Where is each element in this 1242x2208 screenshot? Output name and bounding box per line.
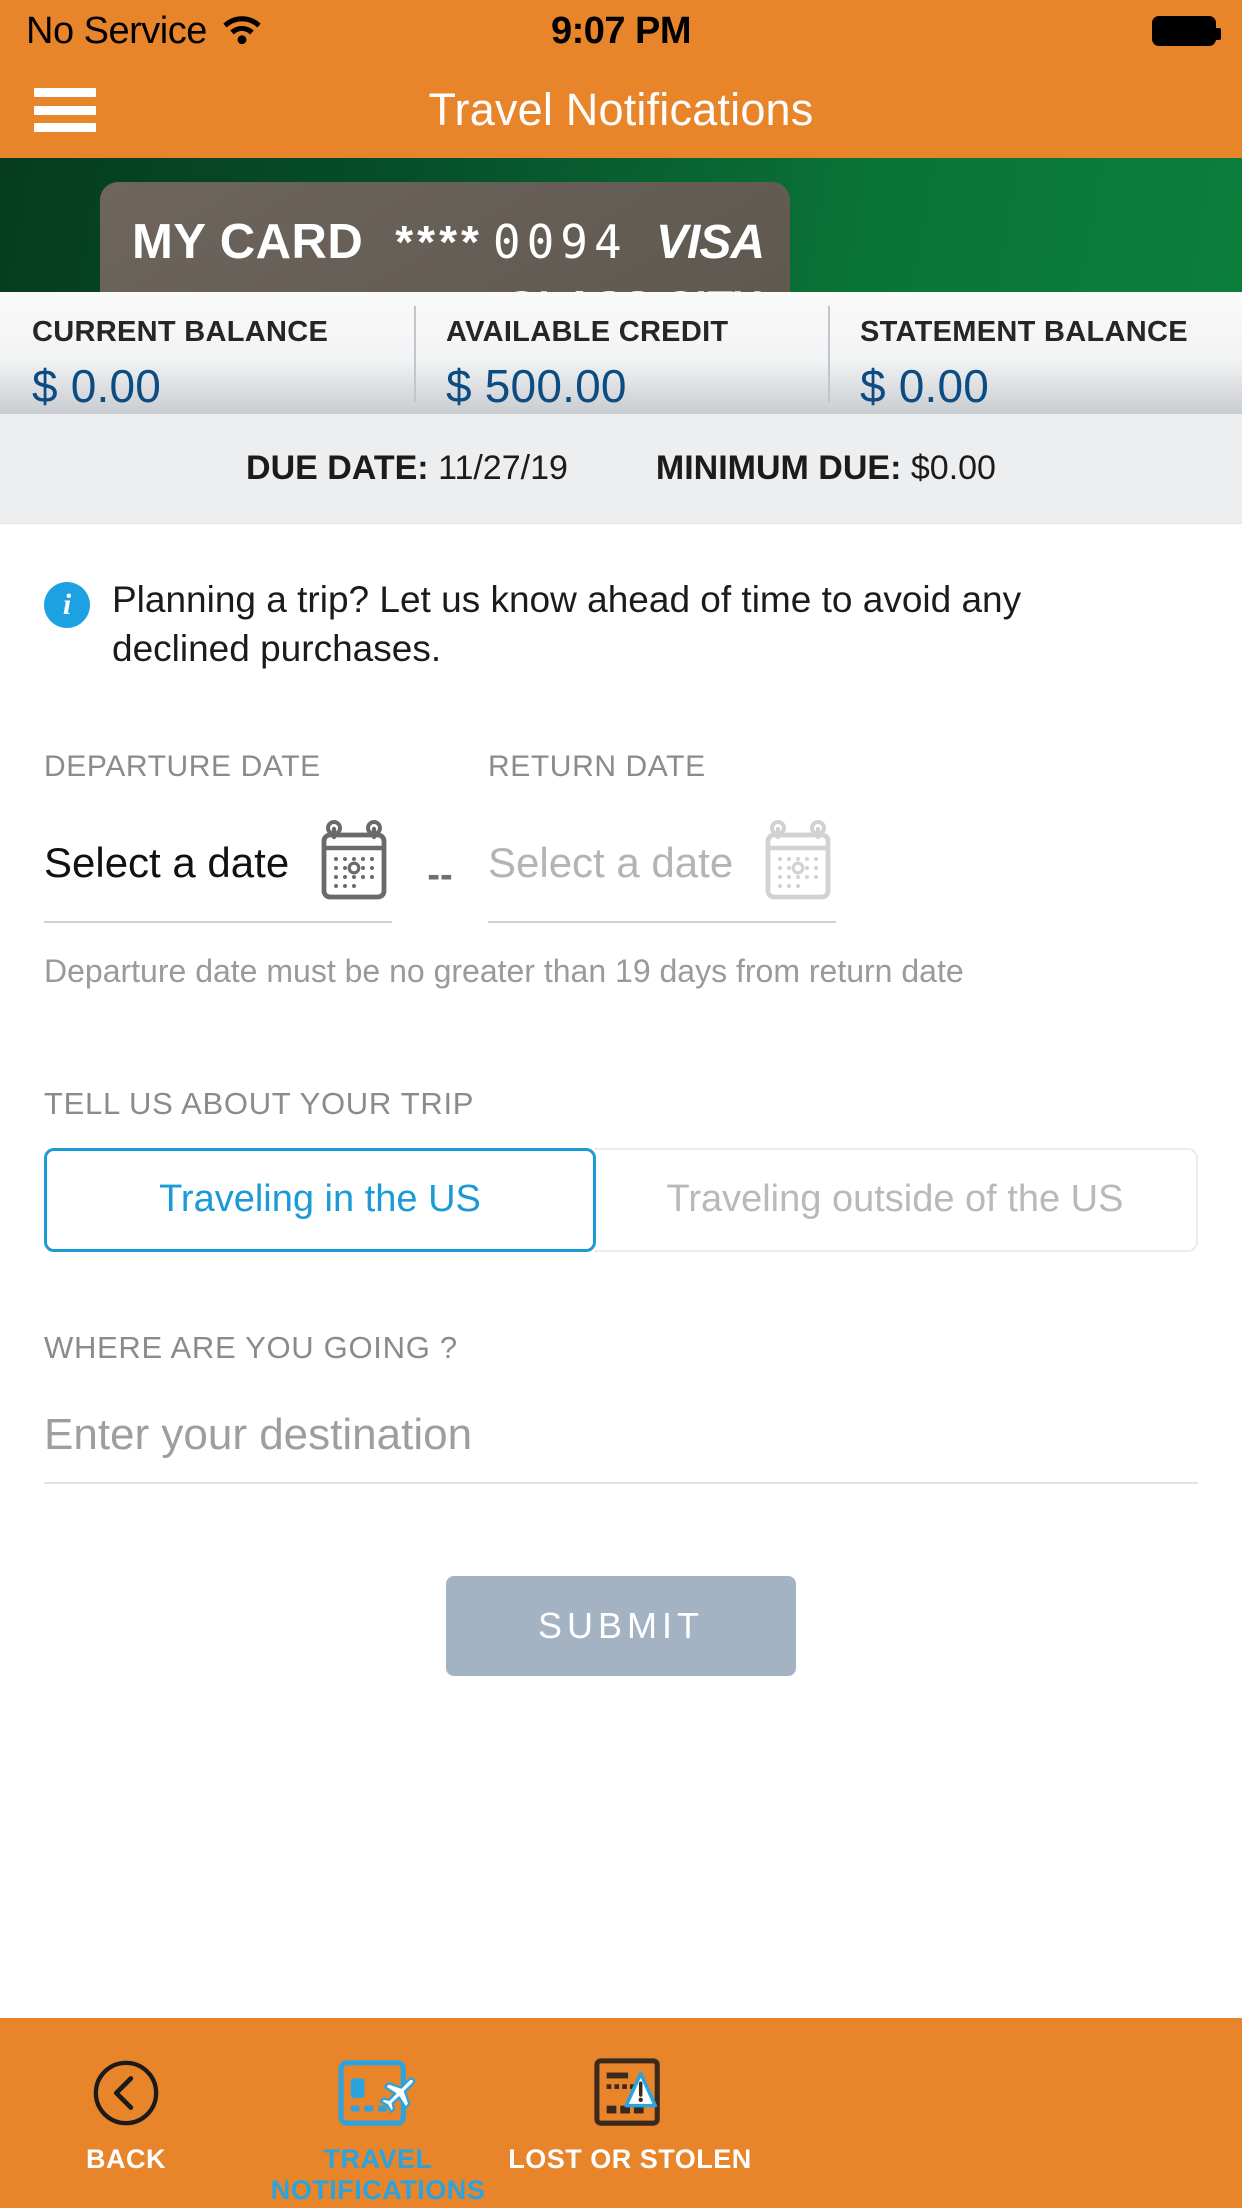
trip-type-option-international[interactable]: Traveling outside of the US <box>594 1147 1198 1252</box>
card-airplane-icon <box>337 2056 419 2130</box>
destination-section: WHERE ARE YOU GOING ? <box>44 1330 1198 1484</box>
date-range-note: Departure date must be no greater than 1… <box>44 952 964 989</box>
minimum-due: MINIMUM DUE: $0.00 <box>656 449 996 488</box>
due-date-value: 11/27/19 <box>438 449 568 487</box>
wifi-icon <box>221 12 263 51</box>
return-date-input[interactable]: Select a date <box>488 792 836 923</box>
trip-type-label: TELL US ABOUT YOUR TRIP <box>44 1085 475 1121</box>
departure-date-label: DEPARTURE DATE <box>44 749 321 783</box>
nav-item-lost-or-stolen[interactable]: LOST OR STOLEN <box>504 2056 756 2175</box>
card-mask: **** <box>395 216 483 268</box>
nav-label-line-2: NOTIFICATIONS <box>270 2175 486 2206</box>
nav-label-line-1: TRAVEL <box>323 2144 433 2174</box>
battery-full-icon <box>1152 16 1221 46</box>
due-date: DUE DATE: 11/27/19 <box>246 449 568 488</box>
destination-label: WHERE ARE YOU GOING ? <box>44 1329 458 1365</box>
card-nickname: MY CARD <box>132 215 364 269</box>
form-content: i Planning a trip? Let us know ahead of … <box>0 524 1242 2018</box>
back-circle-chevron-icon <box>91 2056 161 2130</box>
balance-value: $ 0.00 <box>32 360 162 412</box>
departure-date-value: Select a date <box>44 839 290 887</box>
due-date-label: DUE DATE: <box>246 449 429 487</box>
bottom-navigation-bar: BACK TRAVEL NOTIFICATIONS LOST OR STOLEN <box>0 2018 1242 2208</box>
balance-value: $ 500.00 <box>446 360 627 412</box>
card-last-four: 0094 <box>492 215 628 269</box>
app-screen: No Service 9:07 PM Travel Notifications <box>0 0 1242 2208</box>
status-bar-right <box>1152 16 1221 46</box>
minimum-due-label: MINIMUM DUE: <box>655 449 902 487</box>
card-band: MY CARD **** 0094 VISA GLASS CITY <box>0 158 1242 292</box>
hamburger-bar <box>34 88 96 97</box>
balance-label: CURRENT BALANCE <box>32 316 329 348</box>
balance-label: AVAILABLE CREDIT <box>446 316 729 348</box>
nav-item-travel-notifications[interactable]: TRAVEL NOTIFICATIONS <box>252 2056 504 2207</box>
trip-type-segmented-control: Traveling in the US Traveling outside of… <box>44 1147 1198 1252</box>
card-warning-icon <box>591 2056 669 2130</box>
status-bar-left: No Service <box>26 10 263 53</box>
trip-type-section: TELL US ABOUT YOUR TRIP Traveling in the… <box>44 1086 1198 1252</box>
calendar-icon[interactable] <box>316 819 392 907</box>
departure-date-field[interactable]: DEPARTURE DATE Select a date <box>44 750 392 923</box>
return-date-value: Select a date <box>488 839 734 887</box>
due-summary: DUE DATE: 11/27/19 MINIMUM DUE: $0.00 <box>0 414 1242 524</box>
bank-name: GLASS CITY <box>505 282 762 292</box>
return-date-field[interactable]: RETURN DATE Select a date <box>488 750 836 923</box>
credit-card[interactable]: MY CARD **** 0094 VISA GLASS CITY <box>100 182 790 292</box>
info-banner-text: Planning a trip? Let us know ahead of ti… <box>112 579 1022 669</box>
balance-column-current: CURRENT BALANCE $ 0.00 <box>0 292 414 414</box>
status-bar: No Service 9:07 PM <box>0 0 1242 62</box>
balance-label: STATEMENT BALANCE <box>860 316 1188 348</box>
hamburger-bar <box>34 105 96 115</box>
calendar-icon[interactable] <box>760 819 836 907</box>
nav-item-lost-or-stolen-label: LOST OR STOLEN <box>508 2144 752 2174</box>
hamburger-bar <box>34 123 96 132</box>
page-title: Travel Notifications <box>428 84 814 135</box>
departure-date-input[interactable]: Select a date <box>44 792 392 923</box>
visa-logo: VISA <box>655 215 765 269</box>
hamburger-menu-icon[interactable] <box>34 88 96 132</box>
app-header: Travel Notifications <box>0 62 1242 158</box>
balance-value: $ 0.00 <box>860 360 990 412</box>
info-banner: i Planning a trip? Let us know ahead of … <box>44 524 1198 674</box>
date-range-separator: -- <box>427 853 453 896</box>
nav-item-travel-notifications-label: TRAVEL NOTIFICATIONS <box>271 2144 485 2207</box>
balance-column-statement: STATEMENT BALANCE $ 0.00 <box>828 292 1242 414</box>
carrier-label: No Service <box>26 9 207 52</box>
return-date-label: RETURN DATE <box>488 749 706 783</box>
date-range-section: DEPARTURE DATE Select a date -- RETURN D… <box>44 750 1198 923</box>
balance-summary: CURRENT BALANCE $ 0.00 AVAILABLE CREDIT … <box>0 292 1242 414</box>
nav-item-back-label: BACK <box>86 2144 166 2174</box>
balance-column-available: AVAILABLE CREDIT $ 500.00 <box>414 292 828 414</box>
destination-input[interactable] <box>44 1375 1198 1484</box>
submit-row: SUBMIT <box>44 1575 1198 1676</box>
nav-item-back[interactable]: BACK <box>0 2056 252 2175</box>
trip-type-option-domestic[interactable]: Traveling in the US <box>44 1147 596 1252</box>
minimum-due-value: $0.00 <box>910 449 996 487</box>
credit-card-top-row: MY CARD **** 0094 VISA <box>132 214 765 270</box>
submit-button[interactable]: SUBMIT <box>446 1575 796 1676</box>
info-circle-icon: i <box>44 582 90 628</box>
